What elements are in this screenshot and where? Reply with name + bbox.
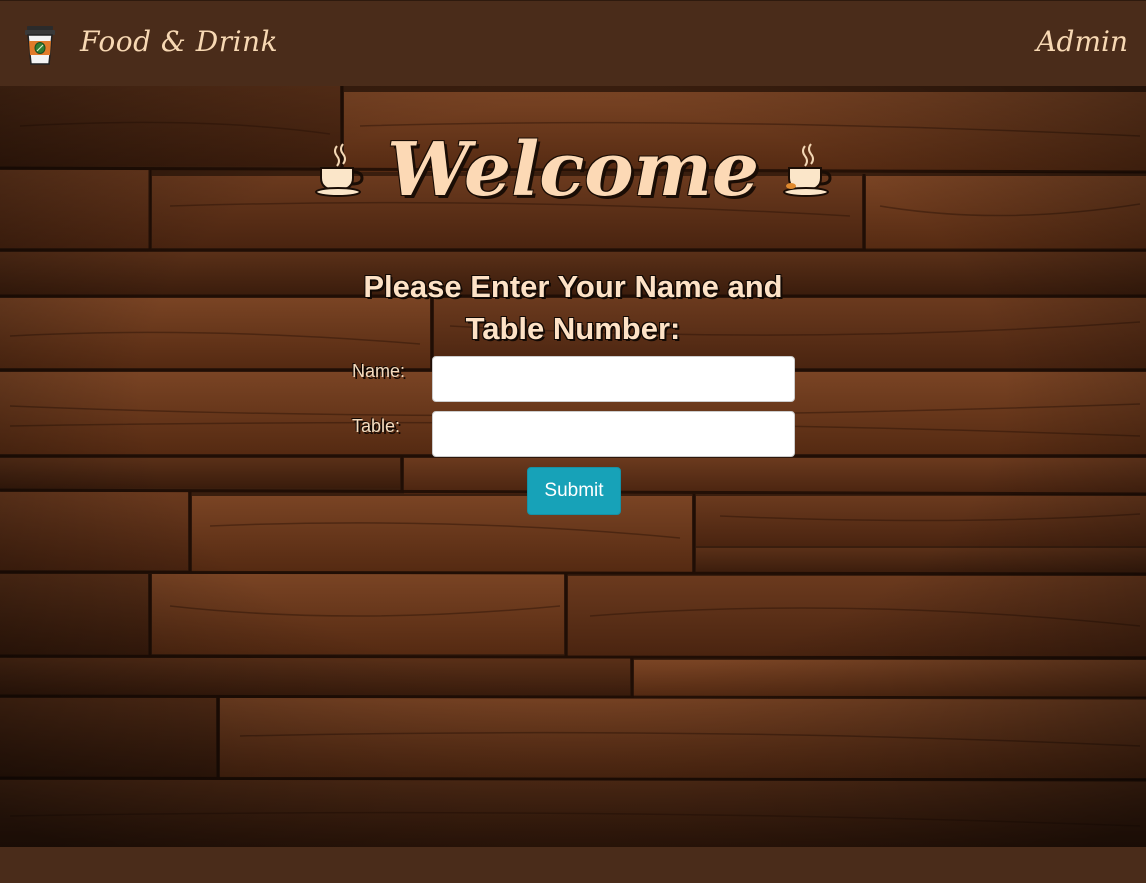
admin-link[interactable]: Admin — [1036, 25, 1128, 58]
navbar: Food & Drink Admin — [0, 0, 1146, 86]
prompt-line-2: Table Number: — [465, 311, 681, 346]
table-label: Table: — [352, 416, 401, 436]
submit-button[interactable]: Submit — [527, 467, 621, 515]
prompt-line-1: Please Enter Your Name and — [363, 269, 783, 304]
name-input[interactable] — [432, 356, 795, 402]
coffee-cup-icon — [314, 143, 364, 197]
table-input[interactable] — [432, 411, 795, 457]
welcome-header: Welcome — [0, 120, 1146, 220]
name-label: Name: — [352, 361, 406, 381]
footer-bar — [0, 847, 1146, 883]
brand-name[interactable]: Food & Drink — [80, 25, 278, 58]
coffee-cup-icon — [783, 143, 832, 197]
coffee-cup-icon[interactable] — [23, 24, 57, 66]
welcome-title: Welcome — [386, 127, 760, 213]
form-prompt: Please Enter Your Name and Table Number: — [330, 266, 816, 350]
